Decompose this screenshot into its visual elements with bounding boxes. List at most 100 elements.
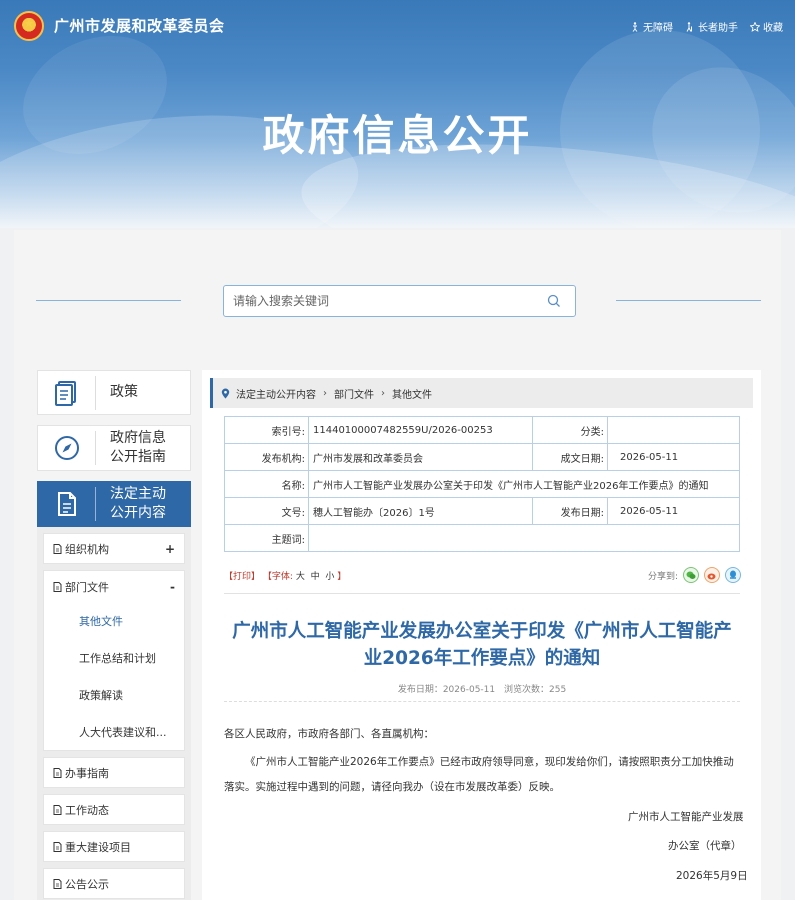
compass-icon — [54, 436, 79, 460]
share-bar: 分享到: — [648, 567, 741, 583]
font-medium-button[interactable]: 中 — [311, 572, 320, 582]
sidebar-item-org[interactable]: 组织机构 + — [43, 533, 185, 564]
favorite-link[interactable]: 收藏 — [750, 19, 783, 34]
meta-created-date: 2026-05-11 — [607, 443, 740, 471]
article-toolbar: 【打印】 【字体: 大 中 小 】 — [224, 569, 346, 582]
article-views: 浏览次数：255 — [504, 685, 567, 695]
sidebar-item-service-guide[interactable]: 办事指南 — [43, 757, 185, 788]
expand-icon[interactable]: + — [165, 542, 175, 556]
accessibility-icon — [632, 21, 638, 32]
sidebar-card-guide[interactable]: 政府信息 公开指南 — [37, 425, 191, 471]
chevron-right-icon: › — [381, 387, 385, 399]
sidebar-item-label: 工作动态 — [65, 803, 109, 817]
sidebar-item-label: 部门文件 — [65, 580, 109, 594]
search-icon[interactable] — [547, 294, 561, 308]
meta-label: 分类: — [532, 416, 608, 444]
sidebar-card-label: 政策 — [110, 384, 138, 400]
star-icon — [750, 21, 760, 32]
accessibility-label: 无障碍 — [643, 23, 673, 34]
elder-assist-link[interactable]: 长者助手 — [685, 19, 738, 34]
meta-label: 主题词: — [224, 524, 309, 552]
sidebar: 政策 政府信息 公开指南 法定主动 公开内容 组织机构 + 部门文件 - 其他文… — [37, 370, 191, 900]
sidebar-item-dept-files[interactable]: 部门文件 - — [44, 571, 184, 602]
breadcrumb-item[interactable]: 其他文件 — [392, 386, 432, 401]
sidebar-card-policy[interactable]: 政策 — [37, 370, 191, 415]
document-stack-icon — [54, 380, 76, 406]
meta-category — [607, 416, 740, 444]
favorite-label: 收藏 — [763, 23, 783, 34]
article-signature-seal: 办公室（代章） — [668, 840, 742, 852]
share-label: 分享到: — [647, 571, 678, 582]
meta-label: 发布机构: — [224, 443, 309, 471]
sidebar-child-work-summary[interactable]: 工作总结和计划 — [44, 639, 184, 676]
breadcrumb-item[interactable]: 法定主动公开内容 — [236, 386, 316, 401]
meta-label: 文号: — [224, 497, 309, 525]
file-list-icon — [57, 492, 76, 516]
site-name[interactable]: 广州市发展和改革委员会 — [54, 15, 225, 36]
accessibility-link[interactable]: 无障碍 — [630, 19, 673, 34]
document-icon — [53, 767, 62, 778]
sidebar-item-label: 公告公示 — [65, 877, 109, 891]
meta-name: 广州市人工智能产业发展办公室关于印发《广州市人工智能产业2026年工作要点》的通… — [308, 470, 740, 498]
page-heading: 政府信息公开 — [262, 111, 533, 160]
article-info: 发布日期：2026-05-11 浏览次数：255 — [224, 682, 740, 695]
qq-share-icon[interactable] — [725, 567, 741, 583]
print-button[interactable]: 【打印】 — [224, 572, 260, 582]
search-input[interactable] — [224, 294, 547, 308]
sidebar-card-label: 法定主动 — [110, 486, 166, 502]
sidebar-card-label: 政府信息 — [110, 430, 166, 446]
sidebar-item-label: 组织机构 — [65, 542, 109, 556]
main-panel: 政策 政府信息公开指南 法定主动公开内容 组织机构 + — [14, 230, 781, 900]
font-size-prefix: 【字体: — [262, 572, 293, 582]
search-box — [223, 285, 576, 317]
elder-assist-label: 长者助手 — [698, 23, 738, 34]
wechat-share-icon[interactable] — [683, 567, 699, 583]
article-paragraph: 《广州市人工智能产业2026年工作要点》已经市政府领导同意，现印发给你们，请按照… — [224, 756, 734, 793]
meta-index-no: 11440100007482559U/2026-00253 — [308, 416, 533, 444]
content-card: 法定主动公开内容 › 部门文件 › 其他文件 索引号: 114401000074… — [202, 370, 761, 900]
sidebar-child-policy-interpretation[interactable]: 政策解读 — [44, 676, 184, 713]
weibo-share-icon[interactable] — [704, 567, 720, 583]
breadcrumb: 法定主动公开内容 › 部门文件 › 其他文件 — [210, 378, 753, 408]
meta-keywords — [308, 524, 740, 552]
search-divider-right — [616, 300, 761, 301]
chevron-right-icon: › — [323, 387, 327, 399]
meta-label: 发布日期: — [532, 497, 608, 525]
sidebar-item-label: 办事指南 — [65, 766, 109, 780]
search-divider-left — [36, 300, 181, 301]
national-emblem-icon: ★ — [14, 11, 44, 41]
collapse-icon[interactable]: - — [170, 580, 175, 594]
meta-doc-no: 穗人工智能办〔2026〕1号 — [308, 497, 533, 525]
sidebar-card-statutory[interactable]: 法定主动 公开内容 — [37, 481, 191, 527]
font-size-suffix: 】 — [337, 572, 347, 582]
font-large-button[interactable]: 大 — [296, 572, 305, 582]
meta-published-date: 2026-05-11 — [607, 497, 740, 525]
sidebar-child-npc-suggestions[interactable]: 人大代表建议和... — [44, 713, 184, 750]
article-title: 广州市人工智能产业发展办公室关于印发《广州市人工智能产业2026年工作要点》的通… — [232, 621, 732, 669]
divider — [224, 593, 740, 594]
article-salutation: 各区人民政府，市政府各部门、各直属机构： — [224, 728, 434, 740]
location-pin-icon — [221, 388, 230, 398]
font-small-button[interactable]: 小 — [325, 572, 334, 582]
divider — [224, 701, 740, 702]
document-icon — [53, 581, 62, 592]
document-icon — [53, 878, 62, 889]
document-icon — [53, 543, 62, 554]
header-banner: ★ 广州市发展和改革委员会 无障碍 长者助手 收藏 政府信息公开 — [0, 0, 795, 228]
sidebar-item-work-news[interactable]: 工作动态 — [43, 794, 185, 825]
article-signature-org: 广州市人工智能产业发展 — [628, 811, 744, 823]
sidebar-card-label: 公开内容 — [110, 505, 166, 521]
sidebar-child-other-files[interactable]: 其他文件 — [44, 602, 184, 639]
metadata-table: 索引号: 11440100007482559U/2026-00253 分类: 发… — [224, 416, 740, 552]
meta-label: 索引号: — [224, 416, 309, 444]
article-signature-date: 2026年5月9日 — [676, 870, 748, 882]
document-icon — [53, 804, 62, 815]
sidebar-item-announcements[interactable]: 公告公示 — [43, 868, 185, 899]
meta-label: 成文日期: — [532, 443, 608, 471]
article-body: 各区人民政府，市政府各部门、各直属机构： 《广州市人工智能产业2026年工作要点… — [224, 722, 740, 800]
document-icon — [53, 841, 62, 852]
meta-publisher: 广州市发展和改革委员会 — [308, 443, 533, 471]
sidebar-item-major-projects[interactable]: 重大建设项目 — [43, 831, 185, 862]
breadcrumb-item[interactable]: 部门文件 — [334, 386, 374, 401]
sidebar-card-label: 公开指南 — [110, 449, 166, 465]
